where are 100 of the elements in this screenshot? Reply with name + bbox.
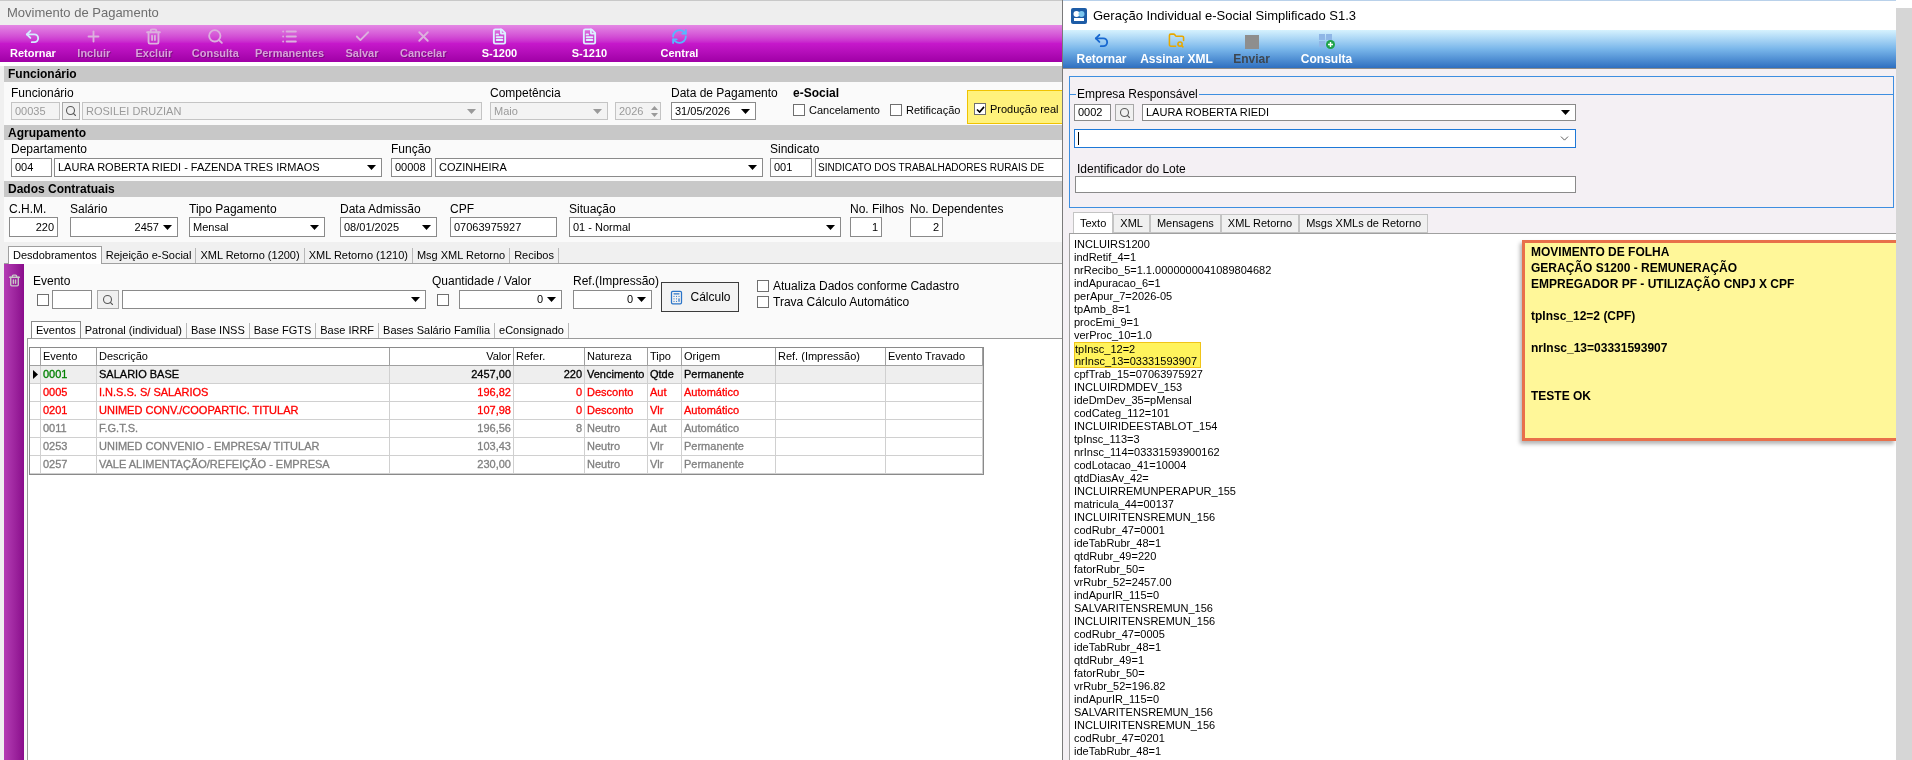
table-cell: Permanente	[682, 456, 776, 474]
text-line: fatorRubr_50=	[1074, 667, 1145, 680]
dropdown[interactable]: 2457	[70, 217, 178, 237]
dropdown[interactable]: 0	[459, 290, 562, 309]
search-icon	[102, 293, 114, 306]
tab[interactable]: XML Retorno (1200)	[196, 248, 305, 263]
dropdown[interactable]: 01 - Normal	[569, 217, 841, 237]
tab[interactable]: XML Retorno (1210)	[304, 248, 413, 263]
search-icon	[65, 105, 77, 117]
dropdown[interactable]: COZINHEIRA	[435, 158, 763, 177]
text-field[interactable]: 2	[910, 217, 943, 237]
column-header: Evento Travado	[886, 348, 983, 366]
text-line: procEmi_9=1	[1074, 316, 1140, 329]
text-field[interactable]: 001	[770, 158, 812, 177]
field-label: Departamento	[11, 141, 89, 157]
field-label: Função	[391, 141, 433, 157]
toolbar-button[interactable]: Retornar	[2, 25, 64, 62]
dropdown[interactable]	[122, 290, 426, 309]
checkmark-icon	[975, 105, 985, 113]
text-line: cpfTrab_15=07063975927	[1074, 368, 1203, 381]
tab[interactable]: Rejeição e-Social	[101, 248, 197, 263]
tab[interactable]: Msg XML Retorno	[412, 248, 511, 263]
checkbox[interactable]	[757, 280, 769, 292]
dropdown[interactable]: LAURA ROBERTA RIEDI - FAZENDA TRES IRMAOS	[54, 158, 382, 177]
text-field[interactable]: 1	[850, 217, 882, 237]
field-label: e-Social	[793, 85, 841, 101]
scrollbar[interactable]	[1896, 8, 1912, 760]
field-label: CPF	[450, 201, 475, 217]
tab[interactable]: Mensagens	[1149, 214, 1221, 233]
text-line: INCLUIRREMUNPERAPUR_155	[1074, 485, 1236, 498]
text-line: vrRubr_52=2457.00	[1074, 576, 1172, 589]
dropdown[interactable]	[1074, 129, 1576, 148]
column-header: Descrição	[97, 348, 390, 366]
dropdown-arrow-icon	[1561, 110, 1570, 115]
table-row[interactable]: 0257 VALE ALIMENTAÇÃO/REFEIÇÃO - EMPRESA 230,00 Neutro Vlr Permanente	[30, 456, 983, 474]
spin-arrows-icon	[651, 105, 658, 117]
toolbar-button[interactable]: Central	[634, 25, 725, 62]
calculate-button[interactable]: Cálculo	[661, 282, 739, 312]
search-button[interactable]	[1115, 104, 1134, 121]
dropdown-arrow-icon	[637, 297, 646, 302]
text-line: INCLUIRITENSREMUN_156	[1074, 615, 1216, 628]
tab[interactable]: Recibos	[510, 248, 559, 263]
note-text: tpInsc_12=2 (CPF)	[1531, 308, 1637, 324]
text-line: qtdRubr_49=220	[1074, 550, 1157, 563]
dropdown[interactable]: LAURA ROBERTA RIEDI	[1142, 104, 1576, 121]
text-field[interactable]: 0002	[1074, 104, 1111, 121]
checkbox[interactable]	[437, 293, 449, 306]
tab[interactable]: Desdobramentos	[8, 246, 102, 264]
text-line: codLotacao_41=10004	[1074, 459, 1187, 472]
text-line: tpInsc_113=3	[1074, 433, 1140, 446]
table-row[interactable]: 0011 F.G.T.S. 196,56 8 Neutro Aut Automático	[30, 420, 983, 438]
trash-icon[interactable]	[7, 273, 21, 288]
text-field[interactable]: 004	[11, 158, 52, 177]
window-title: Movimento de Pagamento	[7, 4, 159, 23]
table-row[interactable]: 0201 UNIMED CONV./COOPARTIC. TITULAR 107,98 0 Desconto Vlr Automático	[30, 402, 983, 420]
text-field[interactable]	[52, 290, 92, 309]
toolbar-button[interactable]: S-1210	[544, 25, 635, 62]
search-button[interactable]	[97, 290, 119, 309]
tab[interactable]: XML Retorno	[1220, 214, 1300, 233]
text-field[interactable]: 220	[9, 217, 58, 237]
tab[interactable]: Eventos	[31, 321, 81, 338]
table-cell	[514, 456, 585, 474]
dropdown[interactable]: 08/01/2025	[340, 217, 437, 237]
text-line: codRubr_47=0001	[1074, 524, 1165, 537]
window-title: Geração Individual e-Social Simplificado S1.3	[1093, 6, 1357, 25]
dropdown-arrow-icon	[367, 165, 376, 170]
note-text: TESTE OK	[1531, 388, 1592, 404]
tab[interactable]: Texto	[1073, 212, 1114, 233]
text-line: qtdRubr_49=1	[1074, 654, 1145, 667]
text-line: indApurIR_115=0	[1074, 589, 1160, 602]
table-row[interactable]: 0005 I.N.S.S. S/ SALARIOS 196,82 0 Desconto Aut Automático	[30, 384, 983, 402]
text-field[interactable]	[1075, 176, 1576, 193]
dropdown[interactable]: Mensal	[189, 217, 325, 237]
table-row[interactable]: 0253 UNIMED CONVENIO - EMPRESA/ TITULAR 103,43 Neutro Vlr Permanente	[30, 438, 983, 456]
calculator-icon	[669, 289, 685, 305]
table-cell: Neutro	[585, 456, 648, 474]
text-field[interactable]: 07063975927	[450, 217, 557, 237]
text-field[interactable]: SINDICATO DOS TRABALHADORES RURAIS DE	[815, 158, 1062, 177]
tab[interactable]: Msgs XMLs de Retorno	[1299, 214, 1429, 233]
note-text: nrInsc_13=03331593907	[1531, 340, 1669, 356]
field-label: Situação	[569, 201, 617, 217]
checkbox-label: Produção real	[990, 101, 1059, 117]
note-text: MOVIMENTO DE FOLHA	[1531, 244, 1671, 260]
toolbar-button[interactable]: S-1200	[454, 25, 545, 62]
field-label: Competência	[490, 85, 562, 101]
dropdown[interactable]: 0	[573, 290, 652, 309]
text-field[interactable]: 00008	[391, 158, 432, 177]
checkbox[interactable]	[37, 293, 49, 306]
square-icon	[1244, 35, 1259, 49]
field-label: Salário	[70, 201, 109, 217]
refresh-icon	[671, 28, 688, 45]
table-row[interactable]: 0001 SALARIO BASE 2457,00 220 Vencimento Qtde Permanente	[30, 366, 983, 384]
checkbox[interactable]	[757, 296, 769, 308]
search-button[interactable]	[62, 102, 80, 120]
text-line: ideTabRubr_48=1	[1074, 641, 1162, 654]
tab[interactable]: XML	[1113, 214, 1150, 233]
field-label: Funcionário	[11, 85, 75, 101]
column-header: Origem	[682, 348, 776, 366]
text-line: codRubr_47=0201	[1074, 732, 1165, 745]
field-label: Sindicato	[770, 141, 821, 157]
